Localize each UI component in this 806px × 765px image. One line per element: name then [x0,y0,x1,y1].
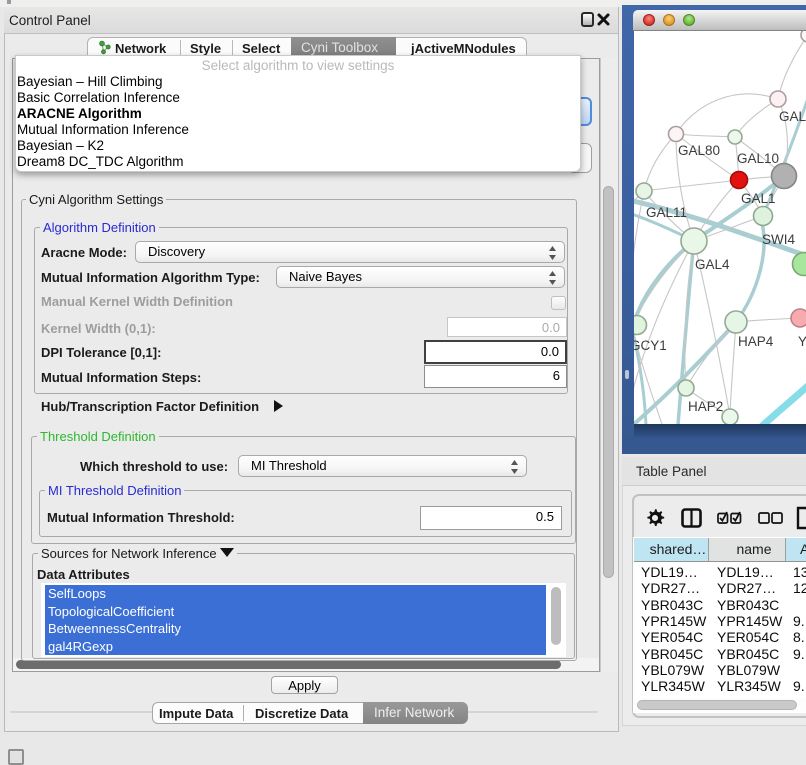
svg-text:HAP4: HAP4 [738,334,774,349]
svg-text:GAL4: GAL4 [695,257,730,272]
svg-text:GAL1: GAL1 [741,191,776,206]
svg-text:GCY1: GCY1 [634,338,667,353]
svg-text:GAL10: GAL10 [737,151,779,166]
svg-text:GAL11: GAL11 [646,205,687,220]
svg-text:GAL7: GAL7 [779,109,806,124]
svg-text:GAL80: GAL80 [678,143,720,158]
svg-text:SWI4: SWI4 [762,232,795,247]
svg-text:Y: Y [798,334,806,349]
svg-text:HAP2: HAP2 [688,399,723,414]
